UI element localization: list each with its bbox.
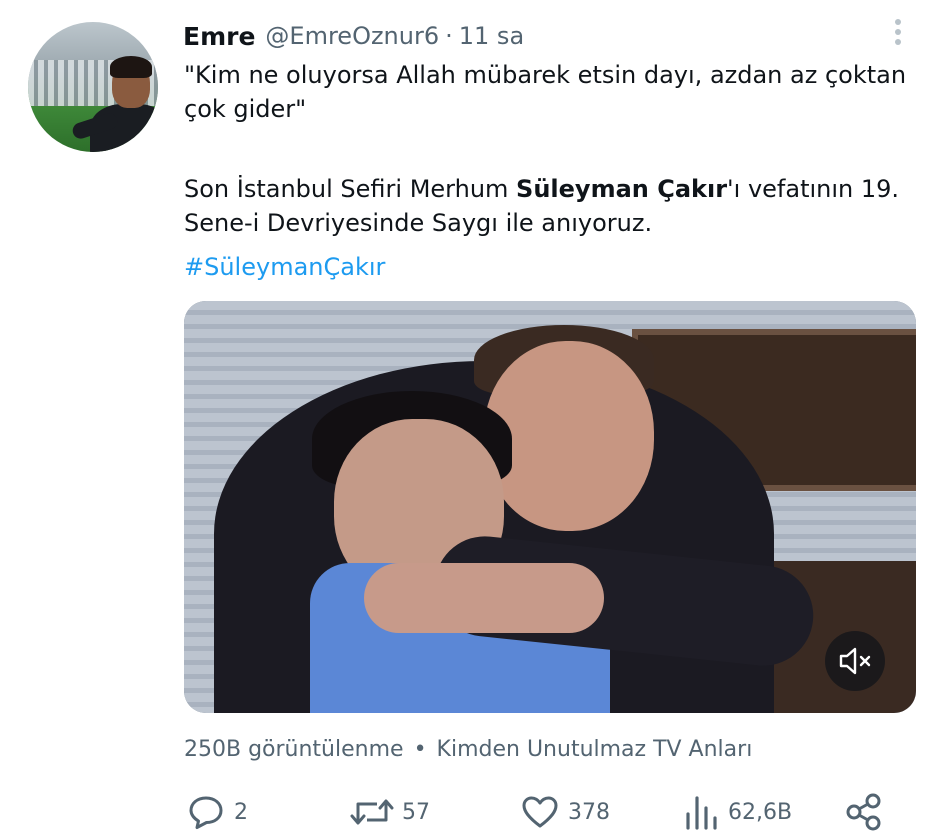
like-count: 378 [568,799,610,825]
author-avatar[interactable] [28,22,158,152]
reply-count: 2 [234,799,248,825]
like-button[interactable]: 378 [520,790,610,834]
views-button[interactable]: 62,6B [684,790,792,834]
avatar-person-hair [110,56,152,78]
tweet-body-text: Son İstanbul Sefiri Merhum Süleyman Çakı… [184,172,914,240]
hashtag-link[interactable]: #SüleymanÇakır [184,250,385,284]
reply-icon [189,796,223,829]
author-name[interactable]: Emre [183,22,255,51]
more-vertical-icon [886,19,910,45]
retweet-button[interactable]: 57 [350,790,430,834]
source-label[interactable]: Kimden Unutulmaz TV Anları [437,737,753,762]
unmute-button[interactable] [825,631,885,691]
share-button[interactable] [844,790,884,834]
views-count: 62,6B [728,799,793,825]
heart-icon [522,796,558,828]
retweet-icon [350,799,394,825]
speaker-muted-icon [839,647,871,675]
tweet-video[interactable] [184,301,916,713]
body-prefix: Son İstanbul Sefiri Merhum [184,175,517,203]
video-clasped-hands [364,563,604,633]
more-options-button[interactable] [886,16,910,50]
body-bold-name: Süleyman Çakır [516,175,728,203]
meta-dot: • [413,737,427,762]
tweet-meta: 250B görüntülenme • Kimden Unutulmaz TV An… [184,737,752,762]
tweet-header: Emre @EmreOznur6 · 11 sa [183,19,524,53]
retweet-count: 57 [402,799,430,825]
tweet-timestamp[interactable]: 11 sa [459,22,524,50]
header-separator: · [445,22,453,50]
share-icon [846,793,881,831]
author-handle[interactable]: @EmreOznur6 [265,22,439,50]
reply-button[interactable]: 2 [186,790,248,834]
views-count-text[interactable]: 250B görüntülenme [184,737,404,762]
tweet-quote-text: "Kim ne oluyorsa Allah mübarek etsin day… [184,61,907,123]
tweet-actions: 2 57 378 62,6B [0,790,944,834]
bar-chart-icon [686,796,717,830]
